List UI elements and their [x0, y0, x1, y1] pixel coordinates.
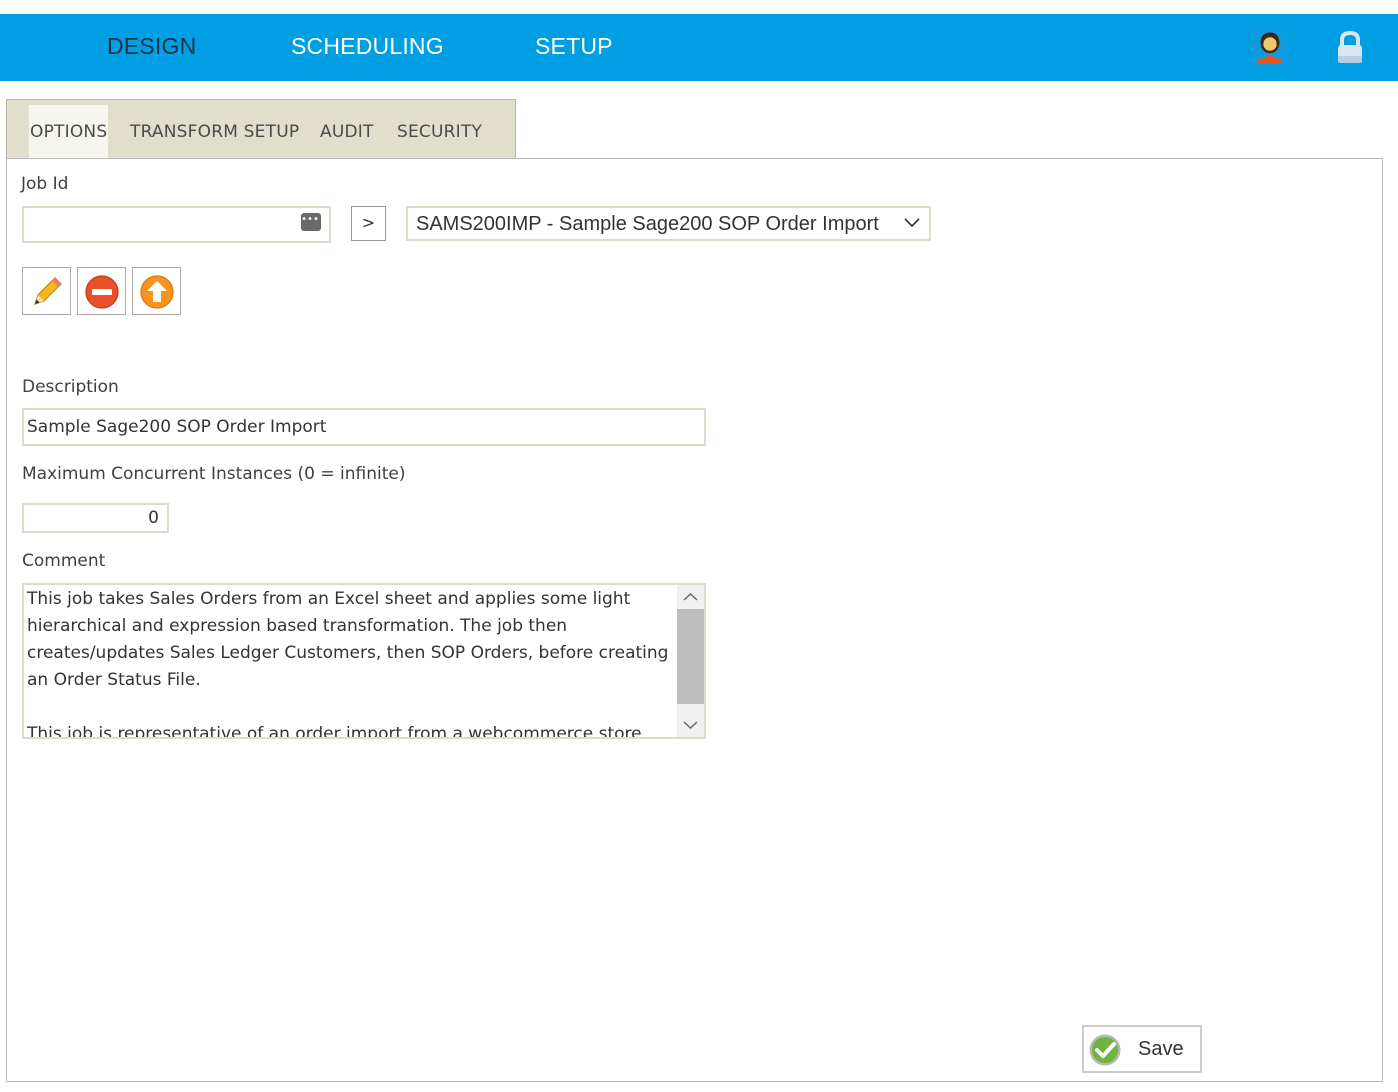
chevron-down-icon	[904, 218, 920, 228]
job-id-label: Job Id	[21, 174, 69, 194]
comment-scrollbar[interactable]	[677, 585, 704, 737]
max-instances-value: 0	[148, 508, 159, 528]
top-nav-bar: DESIGN SCHEDULING SETUP	[0, 14, 1398, 81]
save-button[interactable]: Save	[1082, 1025, 1202, 1073]
up-arrow-circle-icon	[140, 275, 174, 309]
nav-scheduling[interactable]: SCHEDULING	[291, 14, 444, 81]
delete-button[interactable]	[77, 267, 126, 315]
scroll-up-icon[interactable]	[677, 585, 704, 609]
scroll-thumb[interactable]	[677, 609, 704, 704]
edit-button[interactable]	[22, 267, 71, 315]
description-label: Description	[22, 377, 119, 397]
nav-setup[interactable]: SETUP	[535, 14, 613, 81]
scroll-down-icon[interactable]	[677, 713, 704, 737]
comment-textarea[interactable]: This job takes Sales Orders from an Exce…	[22, 583, 706, 739]
upload-button[interactable]	[132, 267, 181, 315]
comment-value: This job takes Sales Orders from an Exce…	[27, 589, 669, 739]
go-button[interactable]: >	[351, 206, 386, 241]
tab-security[interactable]: SECURITY	[397, 105, 482, 159]
user-icon[interactable]	[1250, 28, 1290, 68]
comment-label: Comment	[22, 551, 106, 571]
tab-transform-setup[interactable]: TRANSFORM SETUP	[130, 105, 299, 159]
nav-design[interactable]: DESIGN	[107, 14, 196, 81]
lock-icon[interactable]	[1330, 28, 1370, 68]
max-instances-input[interactable]: 0	[22, 503, 169, 533]
save-label: Save	[1138, 1038, 1184, 1060]
job-select-dropdown[interactable]: SAMS200IMP - Sample Sage200 SOP Order Im…	[406, 206, 931, 241]
job-id-input[interactable]: •••|	[22, 206, 331, 243]
tab-audit[interactable]: AUDIT	[320, 105, 374, 159]
checkmark-icon	[1089, 1034, 1121, 1066]
pencil-icon	[34, 277, 62, 305]
tab-strip: OPTIONS TRANSFORM SETUP AUDIT SECURITY	[6, 99, 516, 159]
browse-ellipsis-icon[interactable]: •••|	[301, 213, 325, 231]
job-select-value: SAMS200IMP - Sample Sage200 SOP Order Im…	[416, 213, 879, 235]
tab-options[interactable]: OPTIONS	[29, 105, 108, 159]
max-instances-label: Maximum Concurrent Instances (0 = infini…	[22, 464, 406, 484]
description-input[interactable]: Sample Sage200 SOP Order Import	[22, 408, 706, 446]
minus-circle-icon	[85, 275, 119, 309]
description-value: Sample Sage200 SOP Order Import	[27, 417, 327, 437]
